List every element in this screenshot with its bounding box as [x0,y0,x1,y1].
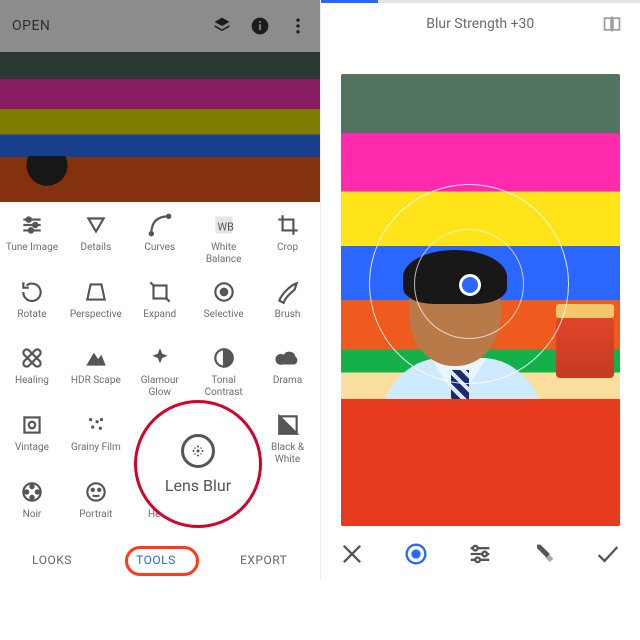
focus-point-button[interactable] [402,540,430,568]
tool-selective[interactable]: Selective [192,279,256,331]
sparkle-icon [147,345,173,371]
tool-label: Grainy Film [71,442,121,464]
tool-grainy-film[interactable]: Grainy Film [64,412,128,465]
reel-icon [19,479,45,505]
triangle-down-icon [83,212,109,238]
tool-brush[interactable]: Brush [256,279,320,331]
perspective-icon [83,279,109,305]
tool-drama[interactable]: Drama [256,345,320,398]
bw-icon [275,412,301,438]
tool-portrait[interactable]: Portrait [64,479,128,531]
tool-label: Rotate [17,309,46,331]
tool-label: Details [81,242,112,264]
face-icon [83,479,109,505]
status-text: Blur Strength +30 [426,16,534,32]
tools-tab-highlight [125,546,199,576]
tool-label: Curves [144,242,175,264]
tool-label: Perspective [70,309,122,331]
tool-label: Expand [143,309,176,331]
tool-label: Brush [275,309,301,331]
tool-white-balance[interactable]: WB White Balance [192,212,256,265]
tool-noir[interactable]: Noir [0,479,64,531]
grain-icon [83,412,109,438]
crop-icon [275,212,301,238]
brush-icon [275,279,301,305]
tool-tonal-contrast[interactable]: Tonal Contrast [192,345,256,398]
tool-black-white[interactable]: Black & White [256,412,320,465]
apply-button[interactable] [594,540,622,568]
tool-label: White Balance [206,242,242,265]
tool-label: Healing [15,375,49,397]
styles-button[interactable] [530,540,558,568]
tool-empty [256,479,320,531]
tool-label: Drama [273,375,302,397]
blur-focus-handle[interactable] [459,274,481,296]
tool-glamour-glow[interactable]: Glamour Glow [128,345,192,398]
lens-blur-label: Lens Blur [165,476,231,495]
tool-label: HDR Scape [71,375,121,397]
bandage-icon [19,345,45,371]
tool-details[interactable]: Details [64,212,128,265]
cloud-icon [275,345,301,371]
dim-overlay [0,0,320,202]
curve-icon [147,212,173,238]
tool-label: Tune Image [6,242,58,264]
tool-label: Crop [277,242,298,264]
tool-label: Selective [204,309,244,331]
tool-tune-image[interactable]: Tune Image [0,212,64,265]
tab-looks[interactable]: LOOKS [32,553,72,567]
cancel-button[interactable] [338,540,366,568]
edit-status-bar: Blur Strength +30 [321,0,640,48]
blank-icon [275,479,301,505]
tool-label: Glamour Glow [141,375,179,398]
lens-blur-highlight: Lens Blur [134,400,262,528]
tool-label: Tonal Contrast [205,375,243,398]
rotate-icon [19,279,45,305]
tool-crop[interactable]: Crop [256,212,320,265]
target-icon [211,279,237,305]
edit-canvas[interactable] [341,74,621,526]
mountain-icon [83,345,109,371]
tool-healing[interactable]: Healing [0,345,64,398]
tab-export[interactable]: EXPORT [240,553,287,567]
compare-icon[interactable] [602,14,622,38]
tool-label: Vintage [15,442,49,464]
sliders-icon [19,212,45,238]
lens-blur-icon[interactable] [181,434,215,468]
expand-crop-icon [147,279,173,305]
half-circle-icon [211,345,237,371]
tool-label: Portrait [79,509,112,531]
tool-vintage[interactable]: Vintage [0,412,64,465]
tool-rotate[interactable]: Rotate [0,279,64,331]
tool-perspective[interactable]: Perspective [64,279,128,331]
bg-bench [556,318,614,378]
tool-expand[interactable]: Expand [128,279,192,331]
reel-sq-icon [19,412,45,438]
edit-bottom-bar [321,528,640,580]
tool-hdr-scape[interactable]: HDR Scape [64,345,128,398]
fg-table [341,399,621,526]
tool-label: Black & White [271,442,304,465]
svg-text:WB: WB [217,220,234,233]
adjust-button[interactable] [466,540,494,568]
tool-label: Noir [23,509,42,531]
wb-icon: WB [211,212,237,238]
tool-curves[interactable]: Curves [128,212,192,265]
